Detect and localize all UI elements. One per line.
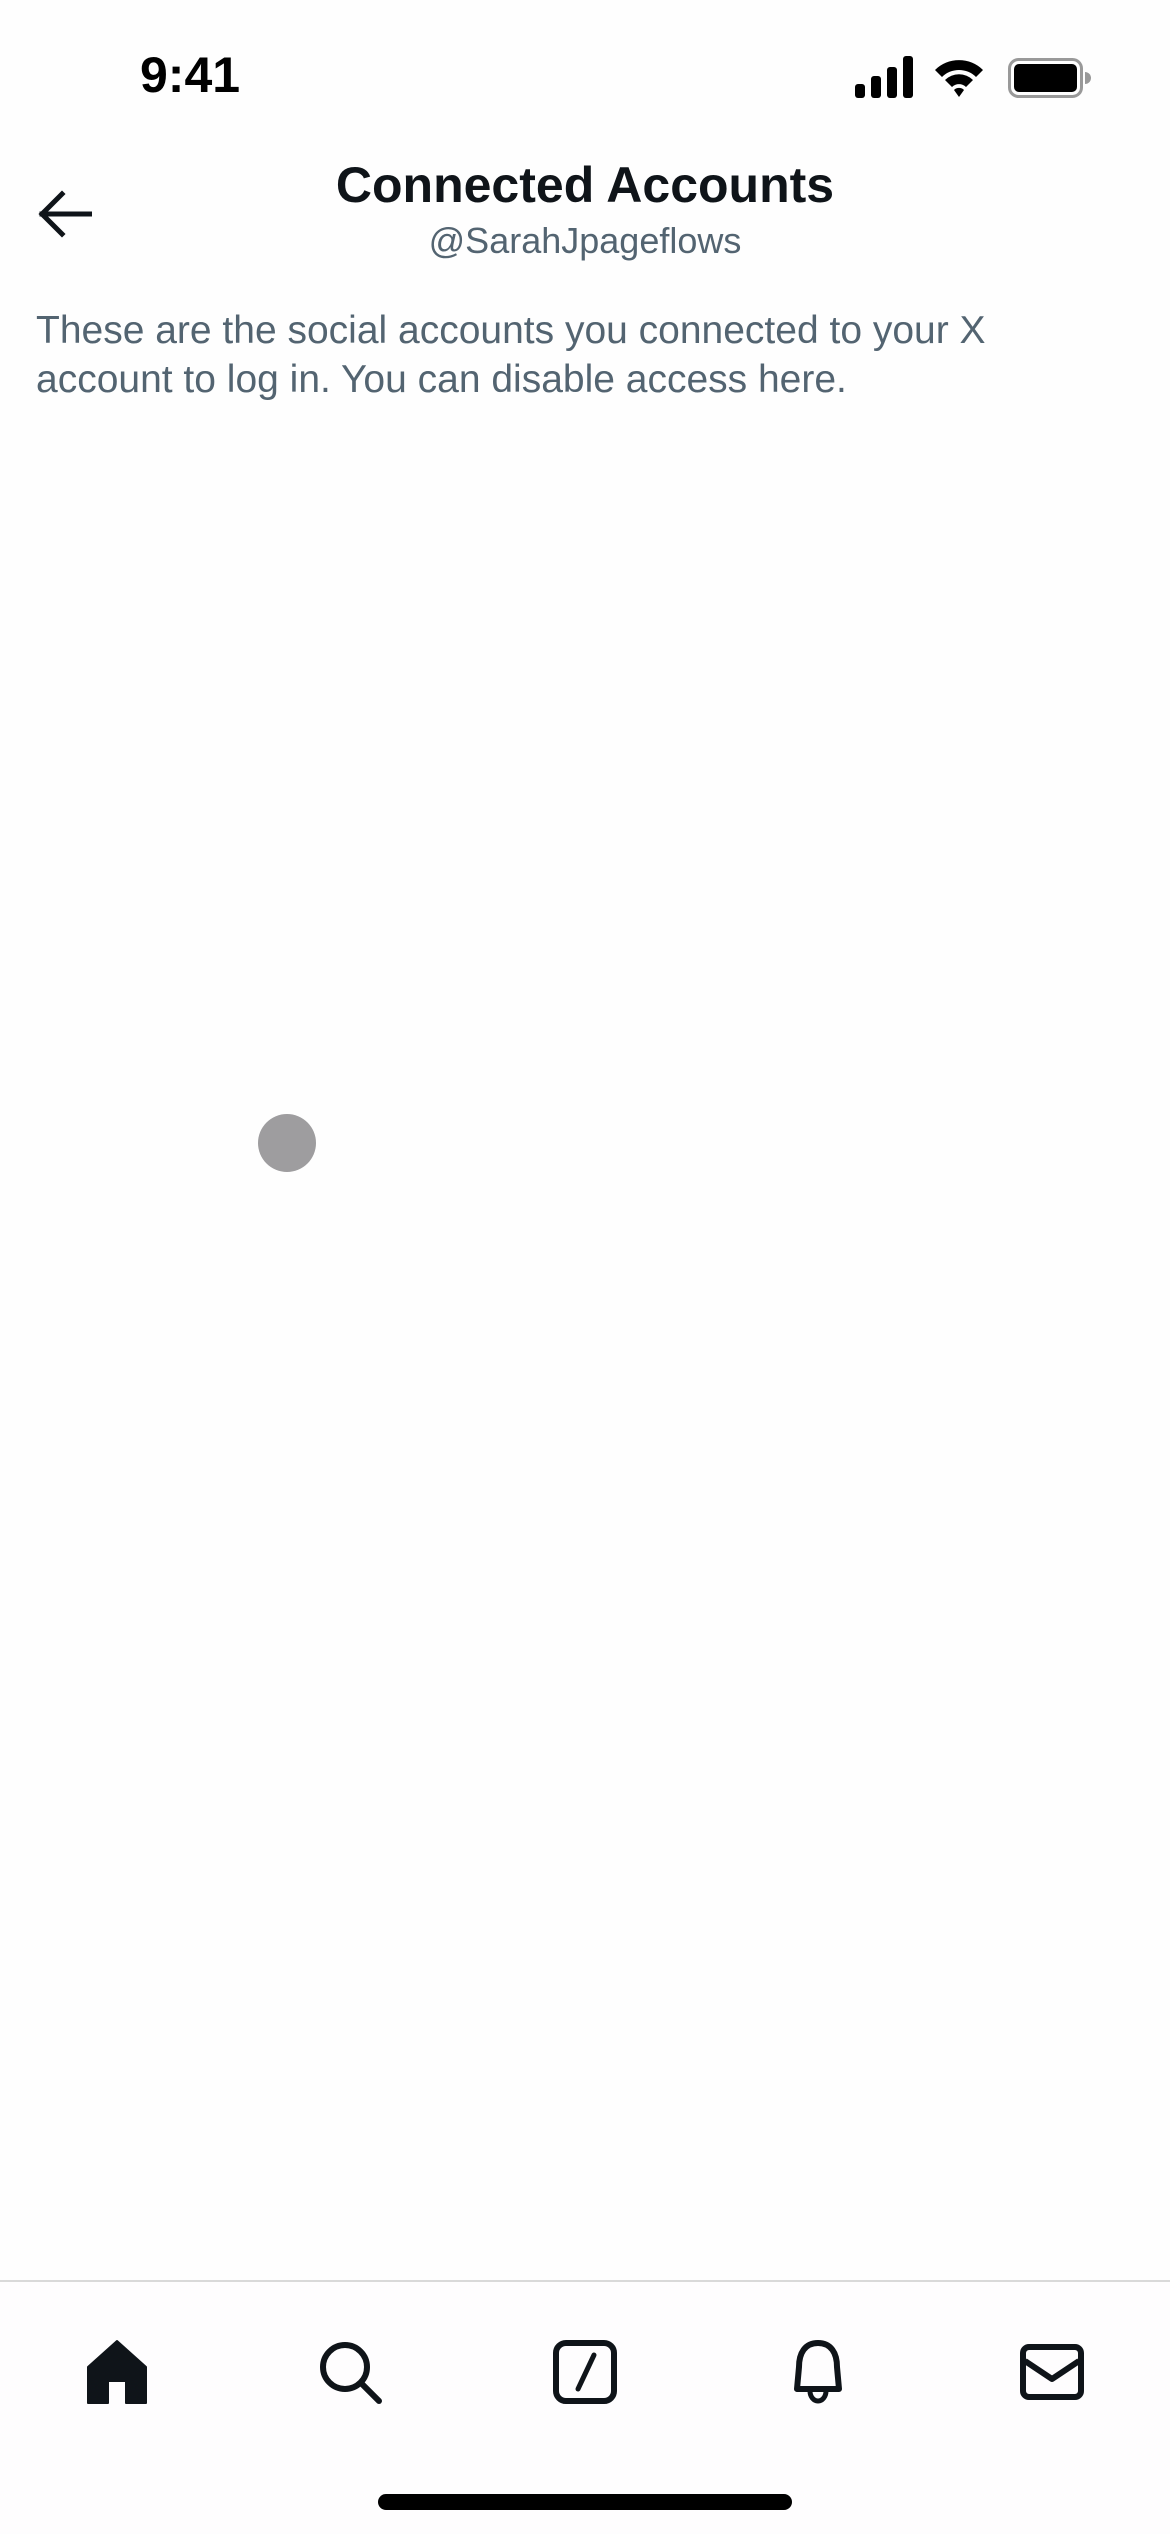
nav-header: Connected Accounts @SarahJpageflows	[0, 150, 1170, 270]
home-indicator[interactable]	[378, 2494, 792, 2510]
account-handle: @SarahJpageflows	[428, 220, 742, 261]
tab-messages[interactable]	[1002, 2322, 1102, 2422]
status-time: 9:41	[140, 47, 241, 103]
home-icon	[87, 2340, 147, 2404]
status-bar: 9:41	[0, 0, 1170, 150]
tab-home[interactable]	[67, 2322, 167, 2422]
description-text: These are the social accounts you connec…	[36, 309, 986, 401]
envelope-icon	[1020, 2344, 1084, 2400]
cellular-signal-icon	[855, 56, 913, 98]
tab-notifications[interactable]	[768, 2322, 868, 2422]
tab-search[interactable]	[300, 2322, 400, 2422]
tab-bar	[0, 2280, 1170, 2534]
battery-icon	[1008, 58, 1091, 98]
page-title: Connected Accounts	[335, 157, 835, 213]
wifi-icon	[935, 60, 983, 97]
search-icon	[320, 2342, 382, 2404]
loading-indicator	[258, 1114, 316, 1172]
tab-compose[interactable]	[535, 2322, 635, 2422]
bell-icon	[794, 2340, 842, 2404]
compose-icon	[553, 2340, 617, 2404]
